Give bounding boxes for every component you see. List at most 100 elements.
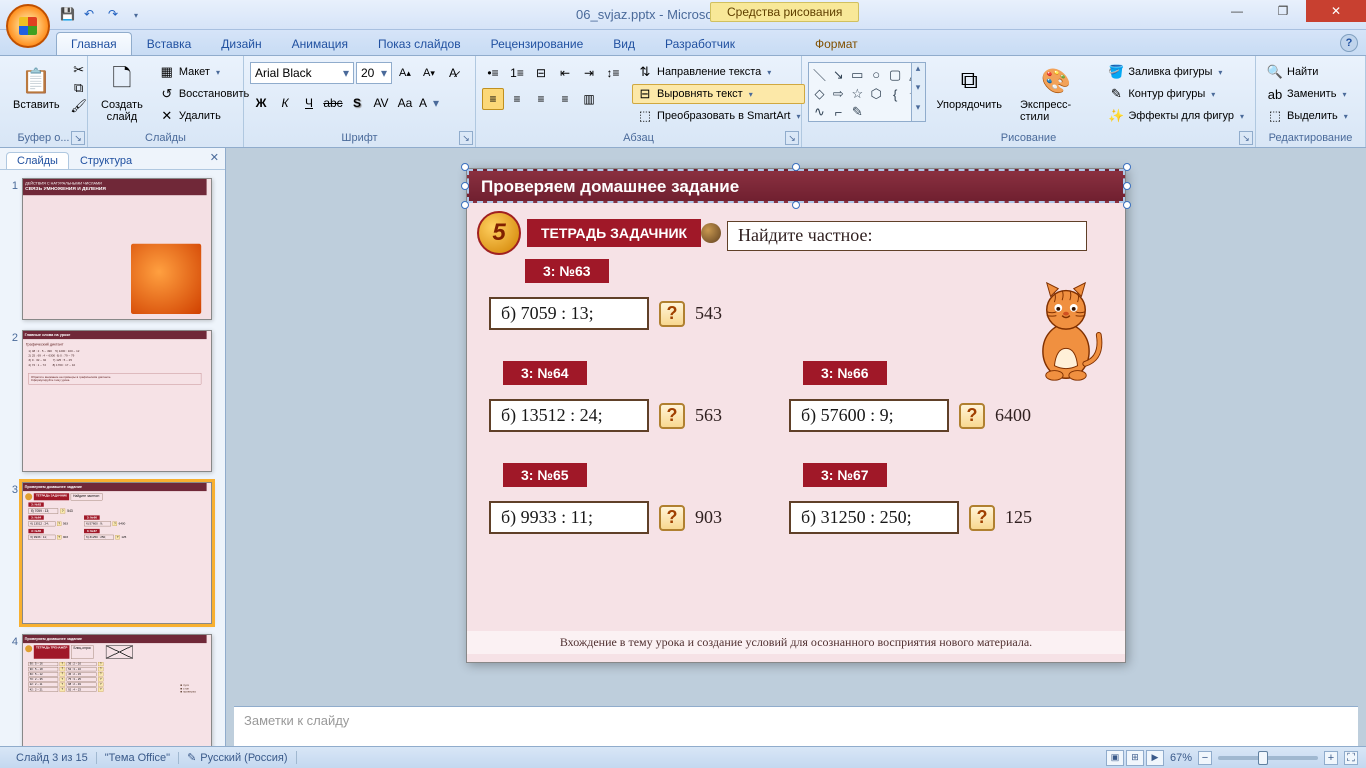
align-left-button[interactable]: ≡ [482,88,504,110]
shape-fill-button[interactable]: 🪣Заливка фигуры [1103,62,1249,82]
shape-outline-button[interactable]: ✎Контур фигуры [1103,84,1249,104]
copy-icon[interactable]: ⧉ [71,80,87,96]
justify-button[interactable]: ≡ [554,88,576,110]
font-color-button[interactable]: A▾ [418,92,440,114]
status-theme[interactable]: "Тема Office" [97,752,179,764]
fit-window-button[interactable]: ⛶ [1344,751,1358,765]
clipboard-launcher[interactable]: ↘ [71,131,85,145]
q-button-66[interactable]: ? [959,403,985,429]
tab-format[interactable]: Формат [800,32,873,55]
tab-insert[interactable]: Вставка [132,32,207,55]
replace-button[interactable]: abЗаменить [1262,84,1359,104]
q-button-64[interactable]: ? [659,403,685,429]
shape-ellipse-icon[interactable]: ○ [868,65,885,84]
columns-button[interactable]: ▥ [578,88,600,110]
qat-menu-icon[interactable] [132,7,148,23]
office-button[interactable] [6,4,50,48]
minimize-button[interactable]: — [1214,0,1260,22]
shapes-scroll[interactable]: ▴▾▾ [911,63,925,121]
char-spacing-button[interactable]: AV [370,92,392,114]
undo-icon[interactable]: ↶ [84,7,100,23]
font-launcher[interactable]: ↘ [459,131,473,145]
zoom-out-button[interactable]: − [1198,751,1212,765]
zoom-slider[interactable] [1218,756,1318,760]
numbering-button[interactable]: 1≡ [506,62,528,84]
q-button-63[interactable]: ? [659,301,685,327]
shape-freeform-icon[interactable]: ✎ [849,104,866,120]
grow-font-button[interactable]: A▴ [394,62,416,84]
thumbnail-1[interactable]: 1 ДЕЙСТВИЯ С НАТУРАЛЬНЫМИ ЧИСЛАМИСВЯЗЬ У… [6,178,219,320]
status-language[interactable]: ✎Русский (Россия) [179,751,297,764]
tab-view[interactable]: Вид [598,32,650,55]
shadow-button[interactable]: S [346,92,368,114]
shape-rect-icon[interactable]: ▭ [849,65,866,84]
tab-review[interactable]: Рецензирование [476,32,599,55]
save-icon[interactable]: 💾 [60,7,76,23]
shapes-gallery[interactable]: ＼ ↘ ▭ ○ ▢ △ ◇ ⇨ ☆ ⬡ { ✧ ∿ ⌐ ✎ ▴▾▾ [808,62,926,122]
thumbnails[interactable]: 1 ДЕЙСТВИЯ С НАТУРАЛЬНЫМИ ЧИСЛАМИСВЯЗЬ У… [0,170,225,746]
reset-button[interactable]: ↺Восстановить [154,84,254,104]
zoom-level[interactable]: 67% [1170,752,1192,764]
help-button[interactable]: ? [1340,34,1358,52]
decrease-indent-button[interactable]: ⇤ [554,62,576,84]
italic-button[interactable]: К [274,92,296,114]
shape-effects-button[interactable]: ✨Эффекты для фигур [1103,106,1249,126]
shape-arrow-icon[interactable]: ↘ [830,65,847,84]
align-right-button[interactable]: ≡ [530,88,552,110]
quick-styles-button[interactable]: 🎨 Экспресс-стили [1013,62,1099,126]
change-case-button[interactable]: Aa [394,92,416,114]
tab-animation[interactable]: Анимация [277,32,363,55]
slide[interactable]: Проверяем домашнее задание 5 ТЕТРАДЬ ЗАД… [466,168,1126,663]
view-sorter-button[interactable]: ⊞ [1126,750,1144,766]
drawing-launcher[interactable]: ↘ [1239,131,1253,145]
select-button[interactable]: ⬚Выделить [1262,106,1359,126]
arrange-button[interactable]: ⧉ Упорядочить [930,62,1009,114]
bold-button[interactable]: Ж [250,92,272,114]
shape-brace-icon[interactable]: { [887,86,904,102]
align-center-button[interactable]: ≡ [506,88,528,110]
redo-icon[interactable]: ↷ [108,7,124,23]
font-size-combo[interactable]: 20▾ [356,62,392,84]
notes-area[interactable]: Заметки к слайду [234,706,1358,746]
zoom-thumb[interactable] [1258,751,1268,765]
new-slide-button[interactable]: 🗋 Создать слайд [94,62,150,126]
cut-icon[interactable]: ✂ [71,62,87,78]
shape-curve-icon[interactable]: ∿ [811,104,828,120]
find-button[interactable]: 🔍Найти [1262,62,1359,82]
panel-close-button[interactable]: ✕ [210,151,219,164]
shape-hex-icon[interactable]: ⬡ [868,86,885,102]
q-button-67[interactable]: ? [969,505,995,531]
thumbnail-4[interactable]: 4 Проверяем домашнее задание ТЕТРАДЬ ТРЕ… [6,634,219,746]
shape-diamond-icon[interactable]: ◇ [811,86,828,102]
layout-button[interactable]: ▦Макет [154,62,254,82]
shrink-font-button[interactable]: A▾ [418,62,440,84]
slide-canvas[interactable]: Проверяем домашнее задание 5 ТЕТРАДЬ ЗАД… [226,148,1366,706]
shape-rrect-icon[interactable]: ▢ [887,65,904,84]
shape-line-icon[interactable]: ＼ [811,65,828,84]
panel-tab-slides[interactable]: Слайды [6,152,69,169]
increase-indent-button[interactable]: ⇥ [578,62,600,84]
multilevel-button[interactable]: ⊟ [530,62,552,84]
shape-rarrow-icon[interactable]: ⇨ [830,86,847,102]
smartart-button[interactable]: ⬚Преобразовать в SmartArt [632,106,805,126]
status-slide-pos[interactable]: Слайд 3 из 15 [8,752,97,764]
align-text-button[interactable]: ⊟Выровнять текст [632,84,805,104]
bullets-button[interactable]: •≡ [482,62,504,84]
view-normal-button[interactable]: ▣ [1106,750,1124,766]
thumbnail-2[interactable]: 2 Главные слова на уроке Графический дик… [6,330,219,472]
q-button-65[interactable]: ? [659,505,685,531]
close-button[interactable]: ✕ [1306,0,1366,22]
restore-button[interactable]: ❐ [1260,0,1306,22]
thumbnail-3[interactable]: 3 Проверяем домашнее задание ТЕТРАДЬ ЗАД… [6,482,219,624]
zoom-in-button[interactable]: + [1324,751,1338,765]
shape-connector-icon[interactable]: ⌐ [830,104,847,120]
strikethrough-button[interactable]: abc [322,92,344,114]
tab-slideshow[interactable]: Показ слайдов [363,32,476,55]
clear-formatting-button[interactable]: A̷ [442,62,464,84]
format-painter-icon[interactable]: 🖌 [71,98,87,114]
shape-star-icon[interactable]: ☆ [849,86,866,102]
text-direction-button[interactable]: ⇅Направление текста [632,62,805,82]
paragraph-launcher[interactable]: ↘ [785,131,799,145]
paste-button[interactable]: 📋 Вставить [6,62,67,114]
line-spacing-button[interactable]: ↕≡ [602,62,624,84]
